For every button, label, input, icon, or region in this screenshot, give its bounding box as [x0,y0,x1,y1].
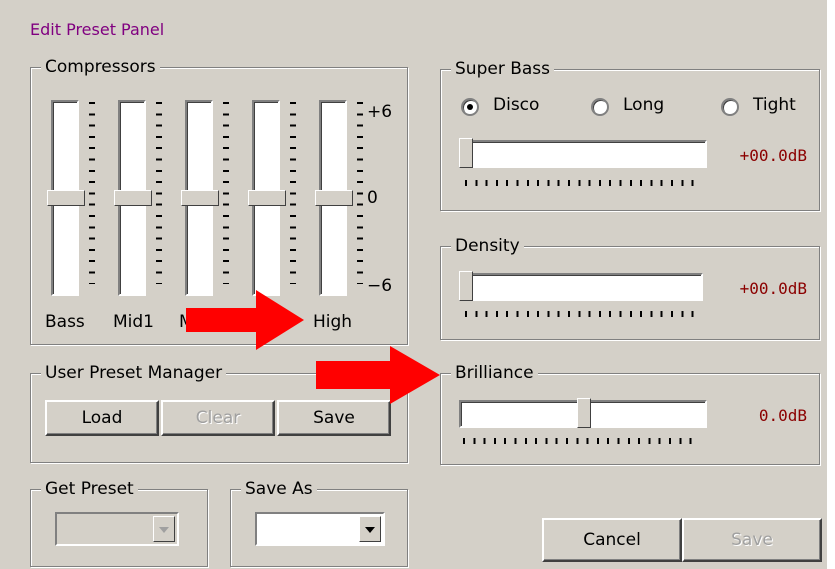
slider-mid3-ticks [290,102,296,284]
get-preset-legend: Get Preset [41,479,138,499]
edit-preset-panel: Edit Preset Panel Compressors +6 0 −6 Ba… [0,0,831,569]
density-slider[interactable] [461,273,703,301]
slider-bass-ticks [89,102,95,284]
slider-mid3-thumb[interactable] [248,190,294,206]
panel-title: Edit Preset Panel [30,20,165,39]
scale-zero: 0 [367,188,378,208]
slider-mid2-ticks [223,102,229,284]
scale-plus6: +6 [367,102,393,122]
radio-tight-label[interactable]: Tight [753,95,796,115]
radio-long-label[interactable]: Long [623,95,664,115]
brilliance-group: Brilliance 0.0dB [440,363,820,465]
compressors-legend: Compressors [41,57,160,77]
density-group: Density +00.0dB [440,236,820,340]
slider-high-ticks [357,102,363,284]
scale-minus6: −6 [367,276,393,296]
brilliance-slider-ticks [463,438,699,444]
super-bass-slider[interactable] [461,140,707,168]
radio-tight[interactable] [721,98,739,116]
slider-mid1-thumb[interactable] [114,190,160,206]
slider-bass-thumb[interactable] [47,190,93,206]
user-preset-manager-legend: User Preset Manager [41,363,227,383]
radio-long[interactable] [591,98,609,116]
chevron-down-icon[interactable] [359,516,381,542]
clear-button[interactable]: Clear [161,400,275,436]
density-legend: Density [451,236,524,256]
density-slider-ticks [465,311,697,317]
get-preset-group: Get Preset [30,479,208,567]
cancel-button[interactable]: Cancel [542,518,682,562]
super-bass-slider-ticks [465,180,701,186]
band-label-high: High [313,312,353,332]
density-value: +00.0dB [739,279,807,298]
preset-save-button[interactable]: Save [277,400,391,436]
save-button[interactable]: Save [682,518,822,562]
slider-mid2-thumb[interactable] [181,190,227,206]
radio-disco[interactable] [461,98,479,116]
get-preset-dropdown[interactable] [55,512,179,546]
chevron-down-icon[interactable] [153,516,175,542]
density-slider-thumb[interactable] [459,271,473,308]
slider-high-thumb[interactable] [315,190,361,206]
annotation-arrow-icon [186,290,304,350]
super-bass-value: +00.0dB [739,146,807,165]
band-label-bass: Bass [45,312,85,332]
band-label-mid1: Mid1 [113,312,154,332]
super-bass-group: Super Bass Disco Long Tight +00.0dB [440,59,820,211]
super-bass-legend: Super Bass [451,59,555,79]
brilliance-value: 0.0dB [758,406,807,425]
radio-disco-label[interactable]: Disco [493,95,539,115]
load-button[interactable]: Load [45,400,159,436]
annotation-arrow-icon [316,346,440,404]
save-as-group: Save As [230,479,408,567]
brilliance-legend: Brilliance [451,363,538,383]
slider-mid1-ticks [156,102,162,284]
super-bass-slider-thumb[interactable] [459,138,473,175]
save-as-dropdown[interactable] [255,512,385,546]
brilliance-slider-thumb[interactable] [577,398,591,435]
save-as-legend: Save As [241,479,317,499]
